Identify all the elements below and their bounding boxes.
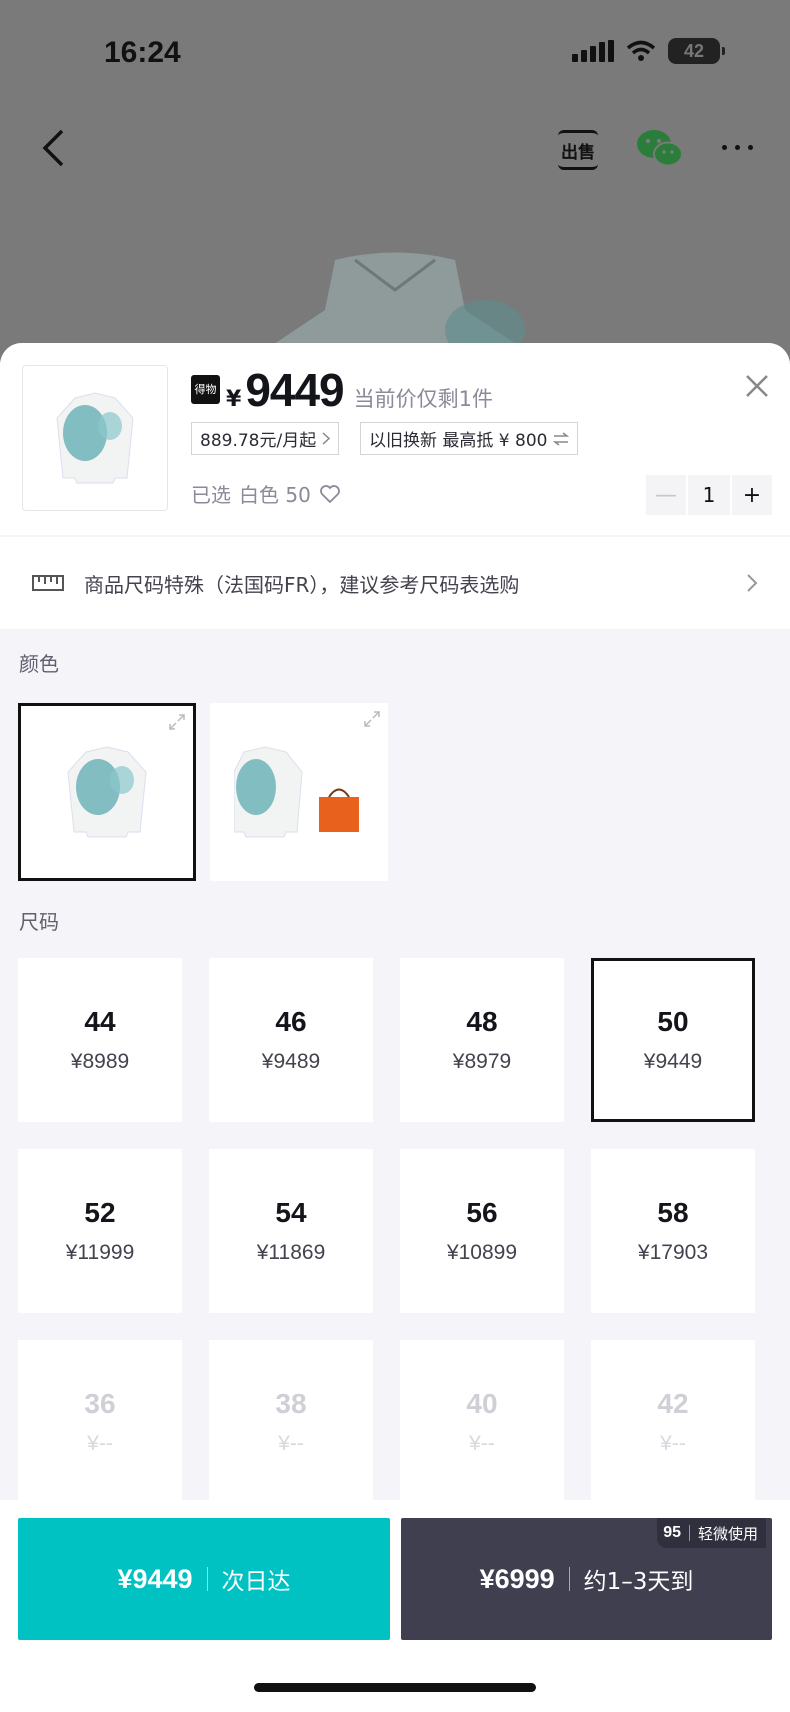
divider [206,1567,208,1591]
divider [688,1525,690,1541]
expand-icon[interactable] [169,714,185,730]
size-price: ¥-- [469,1432,495,1455]
size-number: 36 [84,1388,116,1419]
size-number: 48 [466,1006,498,1037]
size-option-46[interactable]: 46 ¥9489 [209,958,373,1122]
size-number: 38 [275,1388,307,1419]
brand-badge: 得物 [191,375,220,404]
battery-icon: 42 [668,38,725,64]
status-time: 16:24 [104,36,181,69]
chevron-right-icon [747,574,758,592]
sku-selector-sheet: 得物 ¥ 9449 当前价仅剩1件 889.78元/月起 以旧换新 最高抵 ¥ … [0,343,790,1712]
size-price: ¥-- [278,1432,304,1455]
size-number: 40 [466,1388,498,1419]
color-option-with-bag[interactable] [210,703,388,881]
size-guide-row[interactable]: 商品尺码特殊（法国码FR），建议参考尺码表选购 [0,537,790,629]
size-price: ¥11869 [256,1241,326,1264]
close-icon[interactable] [744,373,770,399]
size-option-52[interactable]: 52 ¥11999 [18,1149,182,1313]
size-number: 42 [657,1388,689,1419]
fast-price: ¥9449 [117,1563,193,1594]
size-number: 54 [275,1197,307,1228]
increase-button[interactable]: + [732,475,772,515]
size-option-58[interactable]: 58 ¥17903 [591,1149,755,1313]
ruler-icon [32,575,64,591]
product-thumbnail [22,365,168,511]
trade-in-label: 以旧换新 最高抵 ¥ 800 [369,431,548,451]
color-section-label: 颜色 [19,652,59,676]
wifi-icon [626,40,656,61]
buy-next-day-button[interactable]: ¥9449 次日达 [18,1518,390,1640]
size-number: 58 [657,1197,689,1228]
slow-delivery: 约1–3天到 [583,1569,694,1595]
size-option-56[interactable]: 56 ¥10899 [400,1149,564,1313]
currency-symbol: ¥ [226,387,242,412]
selected-value: 白色 50 [239,483,311,507]
size-option-38: 38 ¥-- [209,1340,373,1504]
size-option-42: 42 ¥-- [591,1340,755,1504]
signal-icon [572,40,614,62]
buy-used-button[interactable]: 95 轻微使用 ¥6999 约1–3天到 [401,1518,772,1640]
heart-icon[interactable] [319,484,341,504]
size-number: 52 [84,1197,116,1228]
size-guide-text: 商品尺码特殊（法国码FR），建议参考尺码表选购 [84,572,520,597]
product-price: 9449 [245,364,344,416]
size-price: ¥17903 [637,1241,709,1264]
installment-tag[interactable]: 889.78元/月起 [191,422,340,455]
selected-spec: 已选 白色 50 [191,479,341,508]
divider [568,1567,570,1591]
trade-in-tag[interactable]: 以旧换新 最高抵 ¥ 800 [360,422,579,455]
size-price: ¥-- [87,1432,113,1455]
exchange-icon [553,431,570,446]
size-option-40: 40 ¥-- [400,1340,564,1504]
price-note: 当前价仅剩1件 [353,387,494,411]
size-price: ¥9489 [261,1050,321,1073]
chevron-right-icon [322,432,331,445]
size-grid: 44 ¥8989 46 ¥9489 48 ¥8979 50 ¥9449 52 ¥11999… [18,958,755,1504]
fast-delivery: 次日达 [221,1569,291,1595]
more-icon[interactable] [722,145,753,150]
back-icon[interactable] [40,128,66,168]
size-number: 46 [275,1006,307,1037]
slow-price: ¥6999 [479,1563,555,1594]
installment-label: 889.78元/月起 [200,431,317,451]
size-option-48[interactable]: 48 ¥8979 [400,958,564,1122]
size-price: ¥10899 [446,1241,518,1264]
background-page: 16:24 42 出售 [0,0,790,370]
color-option-white[interactable] [18,703,196,881]
selected-label: 已选 [191,483,231,507]
size-section-label: 尺码 [19,910,59,934]
size-number: 44 [84,1006,116,1037]
size-number: 56 [466,1197,498,1228]
sell-icon[interactable]: 出售 [558,130,598,170]
condition-badge: 95 轻微使用 [657,1518,766,1548]
decrease-button[interactable]: — [646,475,686,515]
size-option-54[interactable]: 54 ¥11869 [209,1149,373,1313]
size-price: ¥11999 [65,1241,135,1264]
status-icons: 42 [572,38,725,64]
home-indicator [254,1683,536,1692]
quantity-value[interactable]: 1 [688,475,730,515]
size-option-50[interactable]: 50 ¥9449 [591,958,755,1122]
size-number: 50 [657,1006,689,1037]
size-option-44[interactable]: 44 ¥8989 [18,958,182,1122]
size-price: ¥8989 [70,1050,130,1073]
wechat-icon[interactable] [636,128,684,168]
size-price: ¥9449 [643,1050,703,1073]
size-option-36: 36 ¥-- [18,1340,182,1504]
size-price: ¥-- [660,1432,686,1455]
condition-grade: 95 [663,1524,681,1541]
product-summary: 得物 ¥ 9449 当前价仅剩1件 889.78元/月起 以旧换新 最高抵 ¥ … [0,343,790,535]
expand-icon[interactable] [364,711,380,727]
purchase-footer: ¥9449 次日达 95 轻微使用 ¥6999 约1–3天到 [0,1500,790,1712]
price-row: ¥ 9449 当前价仅剩1件 [226,363,493,417]
condition-text: 轻微使用 [697,1524,758,1543]
size-price: ¥8979 [452,1050,512,1073]
quantity-stepper: — 1 + [646,475,772,515]
